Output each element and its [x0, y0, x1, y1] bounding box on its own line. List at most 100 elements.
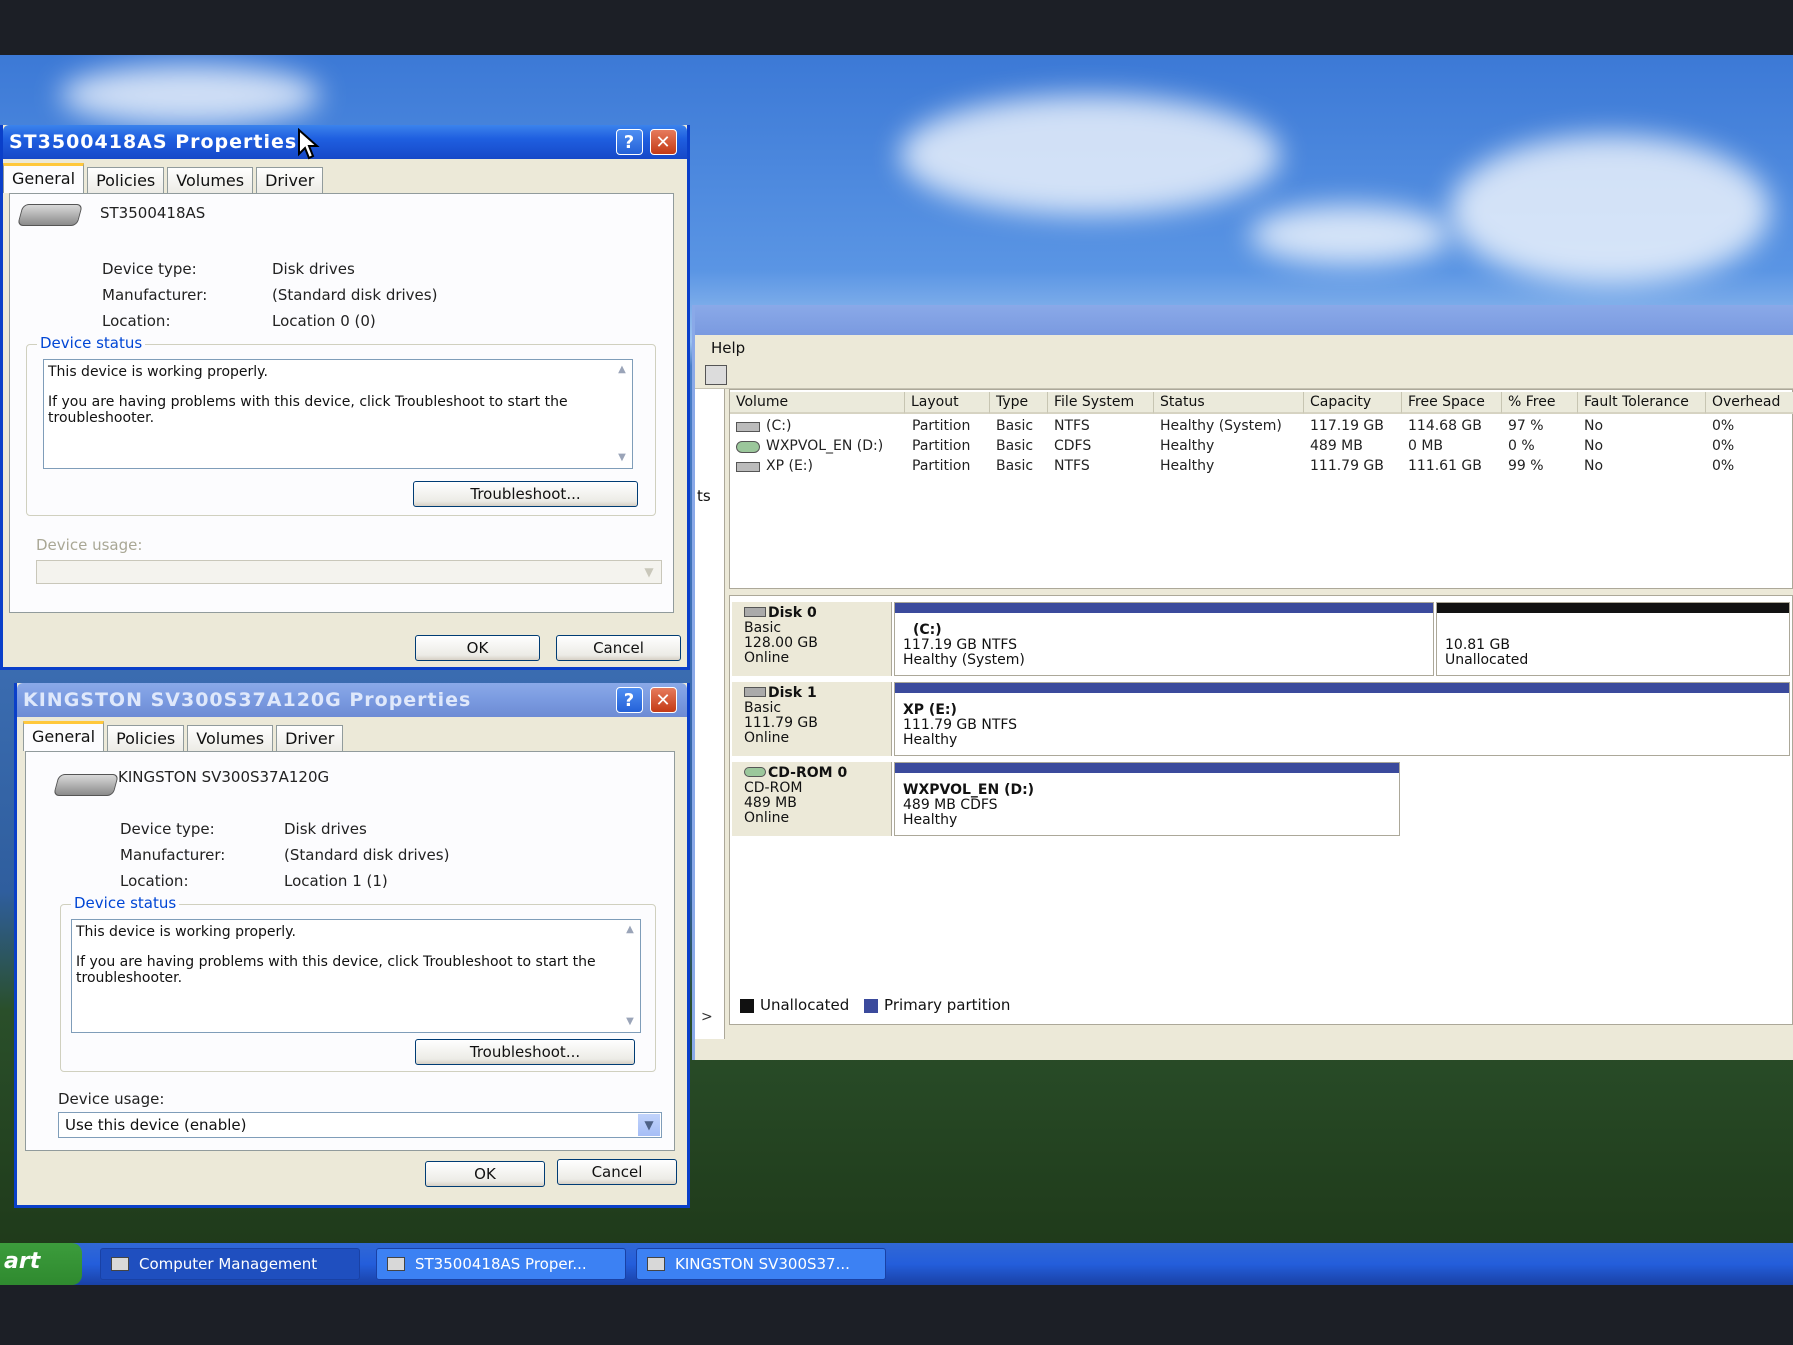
location-value: Location 0 (0) [272, 312, 376, 330]
device-usage-select[interactable]: ▼ [36, 560, 662, 584]
table-row[interactable]: XP (E:) Partition Basic NTFS Healthy 111… [730, 458, 1792, 478]
tab-volumes[interactable]: Volumes [187, 725, 274, 751]
cell-layout: Partition [912, 418, 971, 434]
disk-kind: CD-ROM [744, 780, 803, 796]
task-kingston-properties[interactable]: KINGSTON SV300S37... [636, 1248, 886, 1280]
disk-label: Disk 1 [744, 686, 879, 701]
dialog-title-bar[interactable]: ST3500418AS Properties ? ✕ [3, 125, 687, 159]
col-volume[interactable]: Volume [730, 392, 905, 414]
partition-c[interactable]: (C:) 117.19 GB NTFS Healthy (System) [894, 602, 1434, 676]
disk-legend: Unallocated Primary partition [740, 996, 1010, 1014]
tab-general[interactable]: General [23, 721, 105, 751]
disk-state: Online [744, 730, 790, 746]
cancel-button[interactable]: Cancel [557, 1159, 677, 1185]
help-button[interactable]: ? [616, 687, 643, 713]
device-usage-select[interactable]: Use this device (enable) ▼ [58, 1112, 662, 1138]
tab-general[interactable]: General [3, 163, 85, 193]
col-status[interactable]: Status [1154, 392, 1304, 414]
disk-name: CD-ROM 0 [768, 765, 848, 781]
device-type-value: Disk drives [284, 820, 367, 838]
cell-capacity: 111.79 GB [1310, 458, 1384, 474]
menu-help[interactable]: Help [711, 339, 745, 357]
col-percent-free[interactable]: % Free [1502, 392, 1578, 414]
cell-fault: No [1584, 458, 1604, 474]
cm-tree-pane[interactable]: ts > [695, 389, 725, 1039]
volume-list: Volume Layout Type File System Status Ca… [729, 389, 1793, 589]
scroll-down-icon[interactable]: ▼ [622, 1014, 638, 1030]
col-fault-tolerance[interactable]: Fault Tolerance [1578, 392, 1706, 414]
disk-graph-view: Disk 0 Basic 128.00 GB Online (C:) 117.1… [729, 595, 1793, 1025]
cd-icon [744, 767, 766, 777]
tab-volumes[interactable]: Volumes [167, 167, 254, 193]
tab-driver[interactable]: Driver [256, 167, 324, 193]
cm-title-bar[interactable] [695, 305, 1793, 335]
disk-kind: Basic [744, 620, 782, 636]
ok-button[interactable]: OK [415, 635, 540, 661]
partition-size: 111.79 GB NTFS [903, 717, 1018, 733]
close-button[interactable]: ✕ [650, 687, 677, 713]
col-type[interactable]: Type [990, 392, 1048, 414]
disk-0-info[interactable]: Disk 0 Basic 128.00 GB Online [732, 602, 892, 676]
cell-fault: No [1584, 438, 1604, 454]
col-free-space[interactable]: Free Space [1402, 392, 1502, 414]
help-button[interactable]: ? [616, 129, 643, 155]
cell-pct: 0 % [1508, 438, 1535, 454]
partition-size: 117.19 GB NTFS [903, 637, 1018, 653]
tab-policies[interactable]: Policies [107, 725, 185, 751]
troubleshoot-button[interactable]: Troubleshoot... [413, 481, 638, 507]
device-type-label: Device type: [120, 820, 215, 838]
task-st3500418as-properties[interactable]: ST3500418AS Proper... [376, 1248, 626, 1280]
start-button[interactable]: art [0, 1243, 82, 1285]
start-label: art [4, 1249, 41, 1274]
cell-free: 114.68 GB [1408, 418, 1482, 434]
disk-label: CD-ROM 0 [744, 766, 879, 781]
col-file-system[interactable]: File System [1048, 392, 1154, 414]
scroll-right-icon[interactable]: > [701, 1009, 713, 1025]
cancel-button[interactable]: Cancel [556, 635, 681, 661]
cell-free: 0 MB [1408, 438, 1444, 454]
task-computer-management[interactable]: Computer Management [100, 1248, 360, 1280]
device-status-group: Device status This device is working pro… [60, 894, 656, 1072]
location-label: Location: [102, 312, 171, 330]
troubleshoot-button[interactable]: Troubleshoot... [415, 1039, 635, 1065]
tab-strip: General Policies Volumes Driver [3, 159, 687, 193]
legend-unallocated: Unallocated [760, 996, 850, 1014]
cell-fs: NTFS [1054, 458, 1090, 474]
status-line-2: If you are having problems with this dev… [76, 954, 596, 986]
disk-icon [744, 607, 766, 617]
tree-item-fragment[interactable]: ts [697, 487, 711, 505]
scroll-down-icon[interactable]: ▼ [614, 450, 630, 466]
disk-drive-icon [17, 204, 83, 226]
legend-primary: Primary partition [884, 996, 1011, 1014]
partition-bar [895, 603, 1433, 613]
dialog-title-bar[interactable]: KINGSTON SV300S37A120G Properties ? ✕ [17, 683, 687, 717]
partition-unallocated[interactable]: 10.81 GB Unallocated [1436, 602, 1790, 676]
partition-d[interactable]: WXPVOL_EN (D:) 489 MB CDFS Healthy [894, 762, 1400, 836]
partition-bar [1437, 603, 1789, 613]
cdrom-0-info[interactable]: CD-ROM 0 CD-ROM 489 MB Online [732, 762, 892, 836]
mouse-cursor-icon [298, 128, 320, 160]
device-usage-label: Device usage: [58, 1090, 165, 1108]
disk-size: 489 MB [744, 795, 797, 811]
ok-button[interactable]: OK [425, 1161, 545, 1187]
scroll-up-icon[interactable]: ▲ [614, 362, 630, 378]
col-capacity[interactable]: Capacity [1304, 392, 1402, 414]
properties-toolbar-icon[interactable] [705, 365, 727, 385]
cell-layout: Partition [912, 438, 971, 454]
table-row[interactable]: WXPVOL_EN (D:) Partition Basic CDFS Heal… [730, 438, 1792, 458]
scroll-up-icon[interactable]: ▲ [622, 922, 638, 938]
disk-name: Disk 0 [768, 605, 817, 621]
close-button[interactable]: ✕ [650, 129, 677, 155]
tab-driver[interactable]: Driver [276, 725, 344, 751]
disk-state: Online [744, 810, 790, 826]
legend-unallocated-swatch [740, 998, 754, 1013]
cm-menu-bar: Help [695, 335, 1793, 361]
cell-status: Healthy [1160, 458, 1215, 474]
partition-size: 10.81 GB [1445, 637, 1510, 653]
disk-1-info[interactable]: Disk 1 Basic 111.79 GB Online [732, 682, 892, 756]
tab-policies[interactable]: Policies [87, 167, 165, 193]
partition-e[interactable]: XP (E:) 111.79 GB NTFS Healthy [894, 682, 1790, 756]
table-row[interactable]: (C:) Partition Basic NTFS Healthy (Syste… [730, 418, 1792, 438]
col-overhead[interactable]: Overhead [1706, 392, 1793, 414]
col-layout[interactable]: Layout [905, 392, 990, 414]
